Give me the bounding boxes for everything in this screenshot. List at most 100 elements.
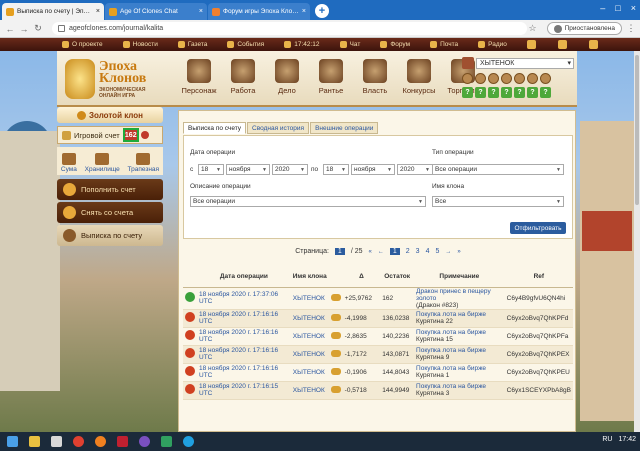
tab-external-operations[interactable]: Внешние операции bbox=[310, 122, 379, 134]
row-date[interactable]: 18 ноября 2020 г. 17:37:06 UTC bbox=[197, 287, 291, 310]
gamebar-mail[interactable]: Почта bbox=[430, 41, 458, 48]
nav-contests[interactable]: Конкурсы bbox=[397, 59, 441, 95]
page-2[interactable]: 2 bbox=[406, 248, 410, 255]
row-date[interactable]: 18 ноября 2020 г. 17:16:16 UTC bbox=[197, 327, 291, 346]
new-tab-button[interactable]: + bbox=[315, 4, 329, 18]
close-window-icon[interactable]: × bbox=[631, 3, 636, 13]
browser-tab-2[interactable]: Age Of Clones Chat × bbox=[105, 3, 207, 20]
reload-icon[interactable]: ↻ bbox=[32, 23, 44, 34]
stat-icon[interactable] bbox=[488, 73, 499, 84]
player-select[interactable]: ХЫТЕНОК ▾ bbox=[476, 57, 574, 69]
row-date[interactable]: 18 ноября 2020 г. 17:16:16 UTC bbox=[197, 345, 291, 364]
logout-icon[interactable] bbox=[588, 40, 598, 49]
to-day-select[interactable]: 18 ▼ bbox=[323, 164, 349, 175]
nav-power[interactable]: Власть bbox=[353, 59, 397, 95]
stat-icon[interactable] bbox=[527, 73, 538, 84]
row-name[interactable]: ХЫТЕНОК bbox=[290, 345, 329, 364]
link-bag[interactable]: Сума bbox=[61, 153, 77, 173]
close-tab-icon[interactable]: × bbox=[96, 8, 100, 15]
user-icon[interactable] bbox=[526, 40, 536, 49]
row-name[interactable]: ХЫТЕНОК bbox=[290, 381, 329, 400]
page-1[interactable]: 1 bbox=[389, 248, 400, 255]
taskbar-explorer[interactable] bbox=[24, 434, 44, 449]
row-name[interactable]: ХЫТЕНОК bbox=[290, 287, 329, 310]
row-date[interactable]: 18 ноября 2020 г. 17:16:15 UTC bbox=[197, 381, 291, 400]
col-clone-name[interactable]: Имя клона bbox=[290, 267, 329, 288]
close-tab-icon[interactable]: × bbox=[302, 8, 306, 15]
taskbar-chrome[interactable] bbox=[68, 434, 88, 449]
page-4[interactable]: 4 bbox=[426, 248, 430, 255]
taskbar-app[interactable] bbox=[112, 434, 132, 449]
nav-character[interactable]: Персонаж bbox=[177, 59, 221, 95]
statement-button[interactable]: Выписка по счету bbox=[57, 225, 163, 246]
browser-tab-1[interactable]: Выписка по счету | Эпоха Клонов× bbox=[2, 3, 104, 20]
col-date[interactable]: Дата операции bbox=[197, 267, 291, 288]
start-button[interactable] bbox=[2, 434, 22, 449]
gamebar-events[interactable]: События bbox=[227, 41, 264, 48]
nav-rentier[interactable]: Рантье bbox=[309, 59, 353, 95]
link-storage[interactable]: Хранилище bbox=[85, 153, 120, 173]
close-tab-icon[interactable]: × bbox=[199, 8, 203, 15]
url-field[interactable]: ageofclones.com/journal/kalita bbox=[52, 22, 527, 35]
menu-icon[interactable]: ⋮ bbox=[626, 23, 636, 34]
taskbar-viber[interactable] bbox=[134, 434, 154, 449]
stat-icon[interactable] bbox=[501, 73, 512, 84]
row-name[interactable]: ХЫТЕНОК bbox=[290, 309, 329, 328]
gamebar-about[interactable]: О проекте bbox=[62, 41, 103, 48]
gamebar-chat[interactable]: Чат bbox=[339, 41, 360, 48]
help-icon[interactable]: ? bbox=[462, 87, 473, 98]
help-icon[interactable]: ? bbox=[540, 87, 551, 98]
row-name[interactable]: ХЫТЕНОК bbox=[290, 327, 329, 346]
tab-summary-history[interactable]: Сводная история bbox=[247, 122, 310, 134]
help-icon[interactable]: ? bbox=[501, 87, 512, 98]
back-icon[interactable]: ← bbox=[4, 24, 16, 34]
col-delta[interactable]: Δ bbox=[342, 267, 381, 288]
logo[interactable]: Эпоха Клонов ЭКОНОМИЧЕСКАЯ ОНЛАЙН ИГРА bbox=[63, 55, 178, 103]
stat-icon[interactable] bbox=[540, 73, 551, 84]
gamebar-forum[interactable]: Форум bbox=[380, 41, 410, 48]
profile-button[interactable]: Приостановлена bbox=[546, 22, 622, 35]
nav-work[interactable]: Работа bbox=[221, 59, 265, 95]
link-dining[interactable]: Трапезная bbox=[128, 153, 159, 173]
row-date[interactable]: 18 ноября 2020 г. 17:16:16 UTC bbox=[197, 309, 291, 328]
row-date[interactable]: 18 ноября 2020 г. 17:16:16 UTC bbox=[197, 363, 291, 382]
game-account[interactable]: Игровой счет 162 bbox=[57, 126, 163, 144]
language-indicator[interactable]: RU bbox=[602, 436, 612, 443]
scrollbar-thumb[interactable] bbox=[635, 55, 639, 205]
help-icon[interactable]: ? bbox=[514, 87, 525, 98]
tab-statement[interactable]: Выписка по счету bbox=[183, 122, 247, 134]
forward-icon[interactable]: → bbox=[18, 24, 30, 34]
deposit-button[interactable]: Пополнить счет bbox=[57, 179, 163, 200]
from-year-select[interactable]: 2020 ▼ bbox=[272, 164, 308, 175]
stat-icon[interactable] bbox=[514, 73, 525, 84]
page-5[interactable]: 5 bbox=[435, 248, 439, 255]
prev-page-icon[interactable]: ← bbox=[378, 249, 384, 255]
browser-tab-3[interactable]: Форум игры Эпоха Клонов × bbox=[208, 3, 310, 20]
taskbar-skype[interactable] bbox=[178, 434, 198, 449]
taskbar-firefox[interactable] bbox=[90, 434, 110, 449]
player-avatar[interactable] bbox=[462, 57, 474, 69]
stat-icon[interactable] bbox=[462, 73, 473, 84]
from-month-select[interactable]: ноября ▼ bbox=[226, 164, 270, 175]
type-select[interactable]: Все операции ▼ bbox=[432, 164, 564, 175]
row-name[interactable]: ХЫТЕНОК bbox=[290, 363, 329, 382]
next-page-icon[interactable]: → bbox=[445, 249, 451, 255]
to-year-select[interactable]: 2020 ▼ bbox=[397, 164, 433, 175]
to-month-select[interactable]: ноября ▼ bbox=[351, 164, 395, 175]
first-page-icon[interactable]: « bbox=[369, 249, 372, 255]
taskbar-mail[interactable] bbox=[156, 434, 176, 449]
minimize-icon[interactable]: – bbox=[600, 3, 605, 13]
taskbar-files[interactable] bbox=[46, 434, 66, 449]
help-icon[interactable]: ? bbox=[527, 87, 538, 98]
page-scrollbar[interactable] bbox=[634, 51, 640, 432]
star-icon[interactable]: ☆ bbox=[527, 23, 539, 34]
withdraw-button[interactable]: Снять со счета bbox=[57, 202, 163, 223]
description-select[interactable]: Все операции ▼ bbox=[190, 196, 426, 207]
page-3[interactable]: 3 bbox=[416, 248, 420, 255]
stat-icon[interactable] bbox=[475, 73, 486, 84]
help-icon[interactable]: ? bbox=[475, 87, 486, 98]
settings-icon[interactable] bbox=[557, 40, 567, 49]
maximize-icon[interactable]: □ bbox=[615, 3, 620, 13]
gamebar-newspaper[interactable]: Газета bbox=[177, 41, 207, 48]
filter-button[interactable]: Отфильтровать bbox=[510, 222, 566, 234]
